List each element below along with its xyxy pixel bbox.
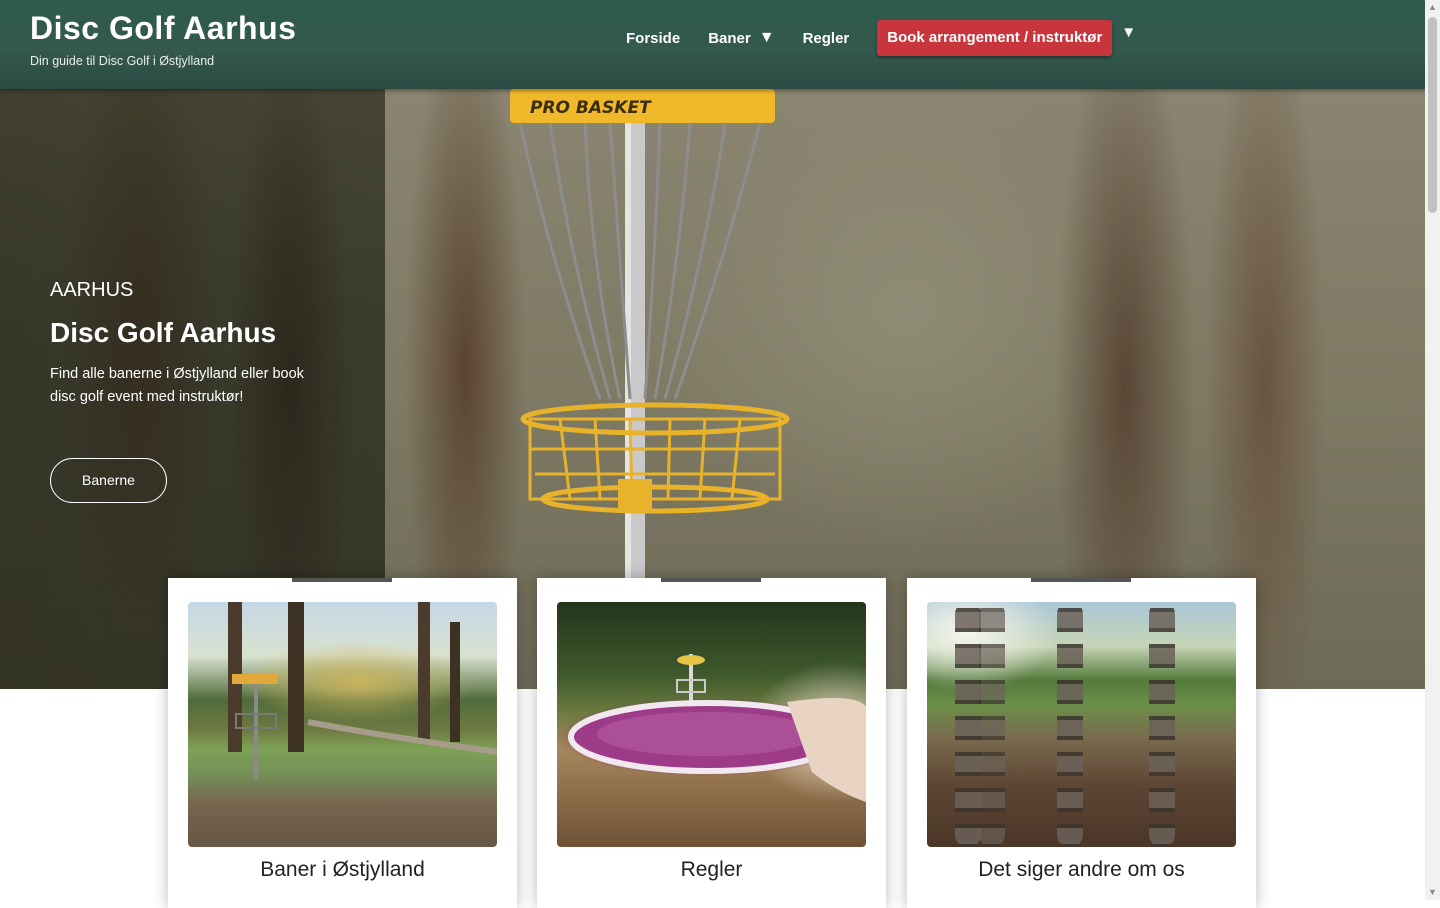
card-image[interactable] — [188, 602, 497, 847]
hero-title: Disc Golf Aarhus — [50, 317, 277, 348]
chain-graphic — [955, 602, 981, 847]
nav-item-label: Baner — [708, 29, 751, 47]
chain-graphic — [1149, 602, 1175, 847]
nav-item-baner[interactable]: Baner ▼ — [708, 29, 774, 47]
nav-item-label: Forside — [626, 29, 681, 47]
site-title[interactable]: Disc Golf Aarhus — [30, 10, 296, 47]
hero-kicker: AARHUS — [50, 279, 134, 301]
card-image[interactable] — [927, 602, 1236, 847]
card-title[interactable]: Det siger andre om os — [907, 858, 1256, 882]
scrollbar-thumb[interactable] — [1428, 17, 1437, 213]
chain-graphic — [979, 602, 1005, 847]
site-tagline: Din guide til Disc Golf i Østjylland — [30, 54, 215, 68]
card-accent-bar — [661, 578, 761, 582]
card-baner[interactable]: Baner i Østjylland — [168, 578, 517, 908]
disc-in-hand-illustration — [568, 654, 866, 802]
main-nav: Forside Baner ▼ Regler Book arrangement … — [626, 20, 1136, 56]
nav-item-label: Regler — [802, 29, 850, 47]
card-anmeldelser[interactable]: Det siger andre om os — [907, 578, 1256, 908]
book-arrangement-button[interactable]: Book arrangement / instruktør — [877, 20, 1113, 56]
scroll-up-icon[interactable]: ▲ — [1425, 0, 1440, 15]
nav-item-regler[interactable]: Regler — [803, 30, 850, 47]
card-title[interactable]: Baner i Østjylland — [168, 858, 517, 882]
banerne-button[interactable]: Banerne — [50, 458, 167, 503]
chain-graphic — [1057, 602, 1083, 847]
card-image[interactable] — [557, 602, 866, 847]
hero-description: Find alle banerne i Østjylland eller boo… — [50, 366, 304, 405]
scroll-down-icon[interactable]: ▼ — [1425, 885, 1440, 900]
basket-brand-label: PRO BASKET — [530, 98, 652, 118]
page-scrollbar[interactable]: ▲ ▼ — [1425, 0, 1440, 900]
card-accent-bar — [292, 578, 392, 582]
chevron-down-icon[interactable]: ▼ — [1121, 24, 1136, 41]
nav-item-forside[interactable]: Forside — [626, 30, 680, 47]
card-title[interactable]: Regler — [537, 858, 886, 882]
chevron-down-icon[interactable]: ▼ — [759, 29, 775, 47]
card-regler[interactable]: Regler — [537, 578, 886, 908]
site-header: Disc Golf Aarhus Din guide til Disc Golf… — [0, 0, 1425, 89]
lake-basket-illustration — [228, 602, 497, 779]
card-accent-bar — [1031, 578, 1131, 582]
